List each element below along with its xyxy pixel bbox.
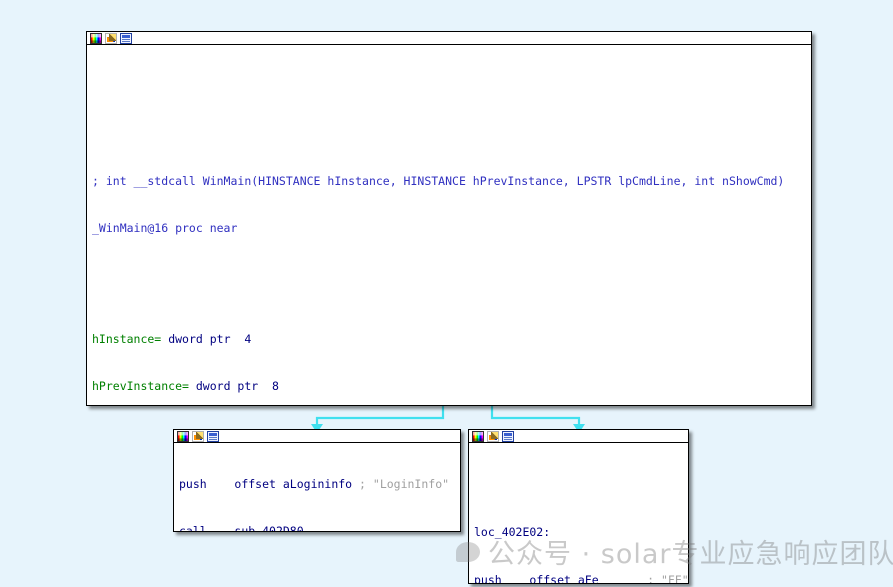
window-icon[interactable]	[120, 33, 132, 44]
edge-to-right-node	[490, 406, 581, 425]
node-body: loc_402E02: push offset aFe ; "FE" call …	[469, 443, 689, 584]
node-top-spacer	[87, 77, 811, 127]
edge-to-left-node	[315, 406, 445, 425]
chart-pencil-icon[interactable]	[192, 431, 204, 442]
graph-node-logininfo[interactable]: push offset aLogininfo ; "LoginInfo" cal…	[173, 429, 461, 532]
window-icon[interactable]	[207, 431, 219, 442]
node-top-spacer	[469, 477, 688, 494]
stack-var-row: hInstance= dword ptr 4	[92, 331, 252, 346]
chart-pencil-icon[interactable]	[487, 431, 499, 442]
palette-icon[interactable]	[177, 431, 189, 442]
function-header-comment: ; int __stdcall WinMain(HINSTANCE hInsta…	[92, 173, 785, 188]
proc-declaration: _WinMain@16 proc near	[92, 221, 238, 236]
instruction-row: push offset aFe ; "FE"	[474, 572, 689, 584]
instruction-row: call sub_402D80	[179, 523, 304, 532]
palette-icon[interactable]	[472, 431, 484, 442]
graph-node-winmain[interactable]: ; int __stdcall WinMain(HINSTANCE hInsta…	[86, 31, 812, 406]
chart-pencil-icon[interactable]	[105, 33, 117, 44]
node-body: ; int __stdcall WinMain(HINSTANCE hInsta…	[87, 45, 811, 405]
node-body: push offset aLogininfo ; "LoginInfo" cal…	[174, 443, 460, 532]
code-label: loc_402E02:	[474, 525, 551, 540]
instruction-row: push offset aLogininfo ; "LoginInfo"	[179, 476, 450, 491]
graph-canvas[interactable]: ; int __stdcall WinMain(HINSTANCE hInsta…	[0, 0, 893, 587]
graph-node-loc402e02[interactable]: loc_402E02: push offset aFe ; "FE" call …	[468, 429, 689, 584]
window-icon[interactable]	[502, 431, 514, 442]
palette-icon[interactable]	[90, 33, 102, 44]
node-titlebar[interactable]	[87, 32, 811, 45]
node-titlebar[interactable]	[469, 430, 688, 443]
stack-var-row: hPrevInstance= dword ptr 8	[92, 379, 279, 394]
node-titlebar[interactable]	[174, 430, 460, 443]
